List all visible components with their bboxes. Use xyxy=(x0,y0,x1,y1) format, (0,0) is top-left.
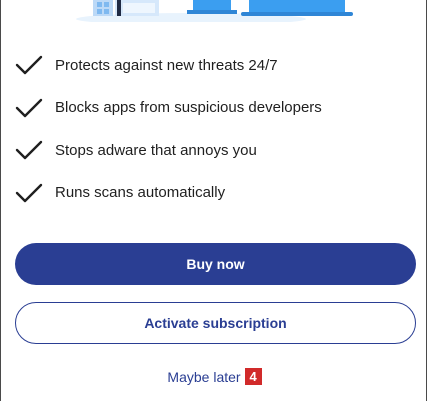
feature-list: Protects against new threats 24/7 Blocks… xyxy=(15,44,412,214)
annotation-marker: 4 xyxy=(244,368,262,385)
feature-text: Stops adware that annoys you xyxy=(55,141,257,159)
list-item: Stops adware that annoys you xyxy=(15,129,412,172)
checkmark-icon xyxy=(15,183,43,202)
list-item: Blocks apps from suspicious developers xyxy=(15,87,412,130)
dialog-panel: Protects against new threats 24/7 Blocks… xyxy=(0,0,427,401)
devices-illustration xyxy=(76,0,353,22)
list-item: Protects against new threats 24/7 xyxy=(15,44,412,87)
list-item: Runs scans automatically xyxy=(15,172,412,215)
checkmark-icon xyxy=(15,98,43,117)
checkmark-icon xyxy=(15,56,43,75)
maybe-later-row: Maybe later 4 xyxy=(1,368,427,385)
feature-text: Protects against new threats 24/7 xyxy=(55,56,278,74)
feature-text: Blocks apps from suspicious developers xyxy=(55,99,322,117)
checkmark-icon xyxy=(15,141,43,160)
activate-subscription-button[interactable]: Activate subscription xyxy=(15,302,416,344)
maybe-later-link[interactable]: Maybe later xyxy=(167,369,240,385)
feature-text: Runs scans automatically xyxy=(55,184,226,202)
buy-now-button[interactable]: Buy now xyxy=(15,243,416,285)
